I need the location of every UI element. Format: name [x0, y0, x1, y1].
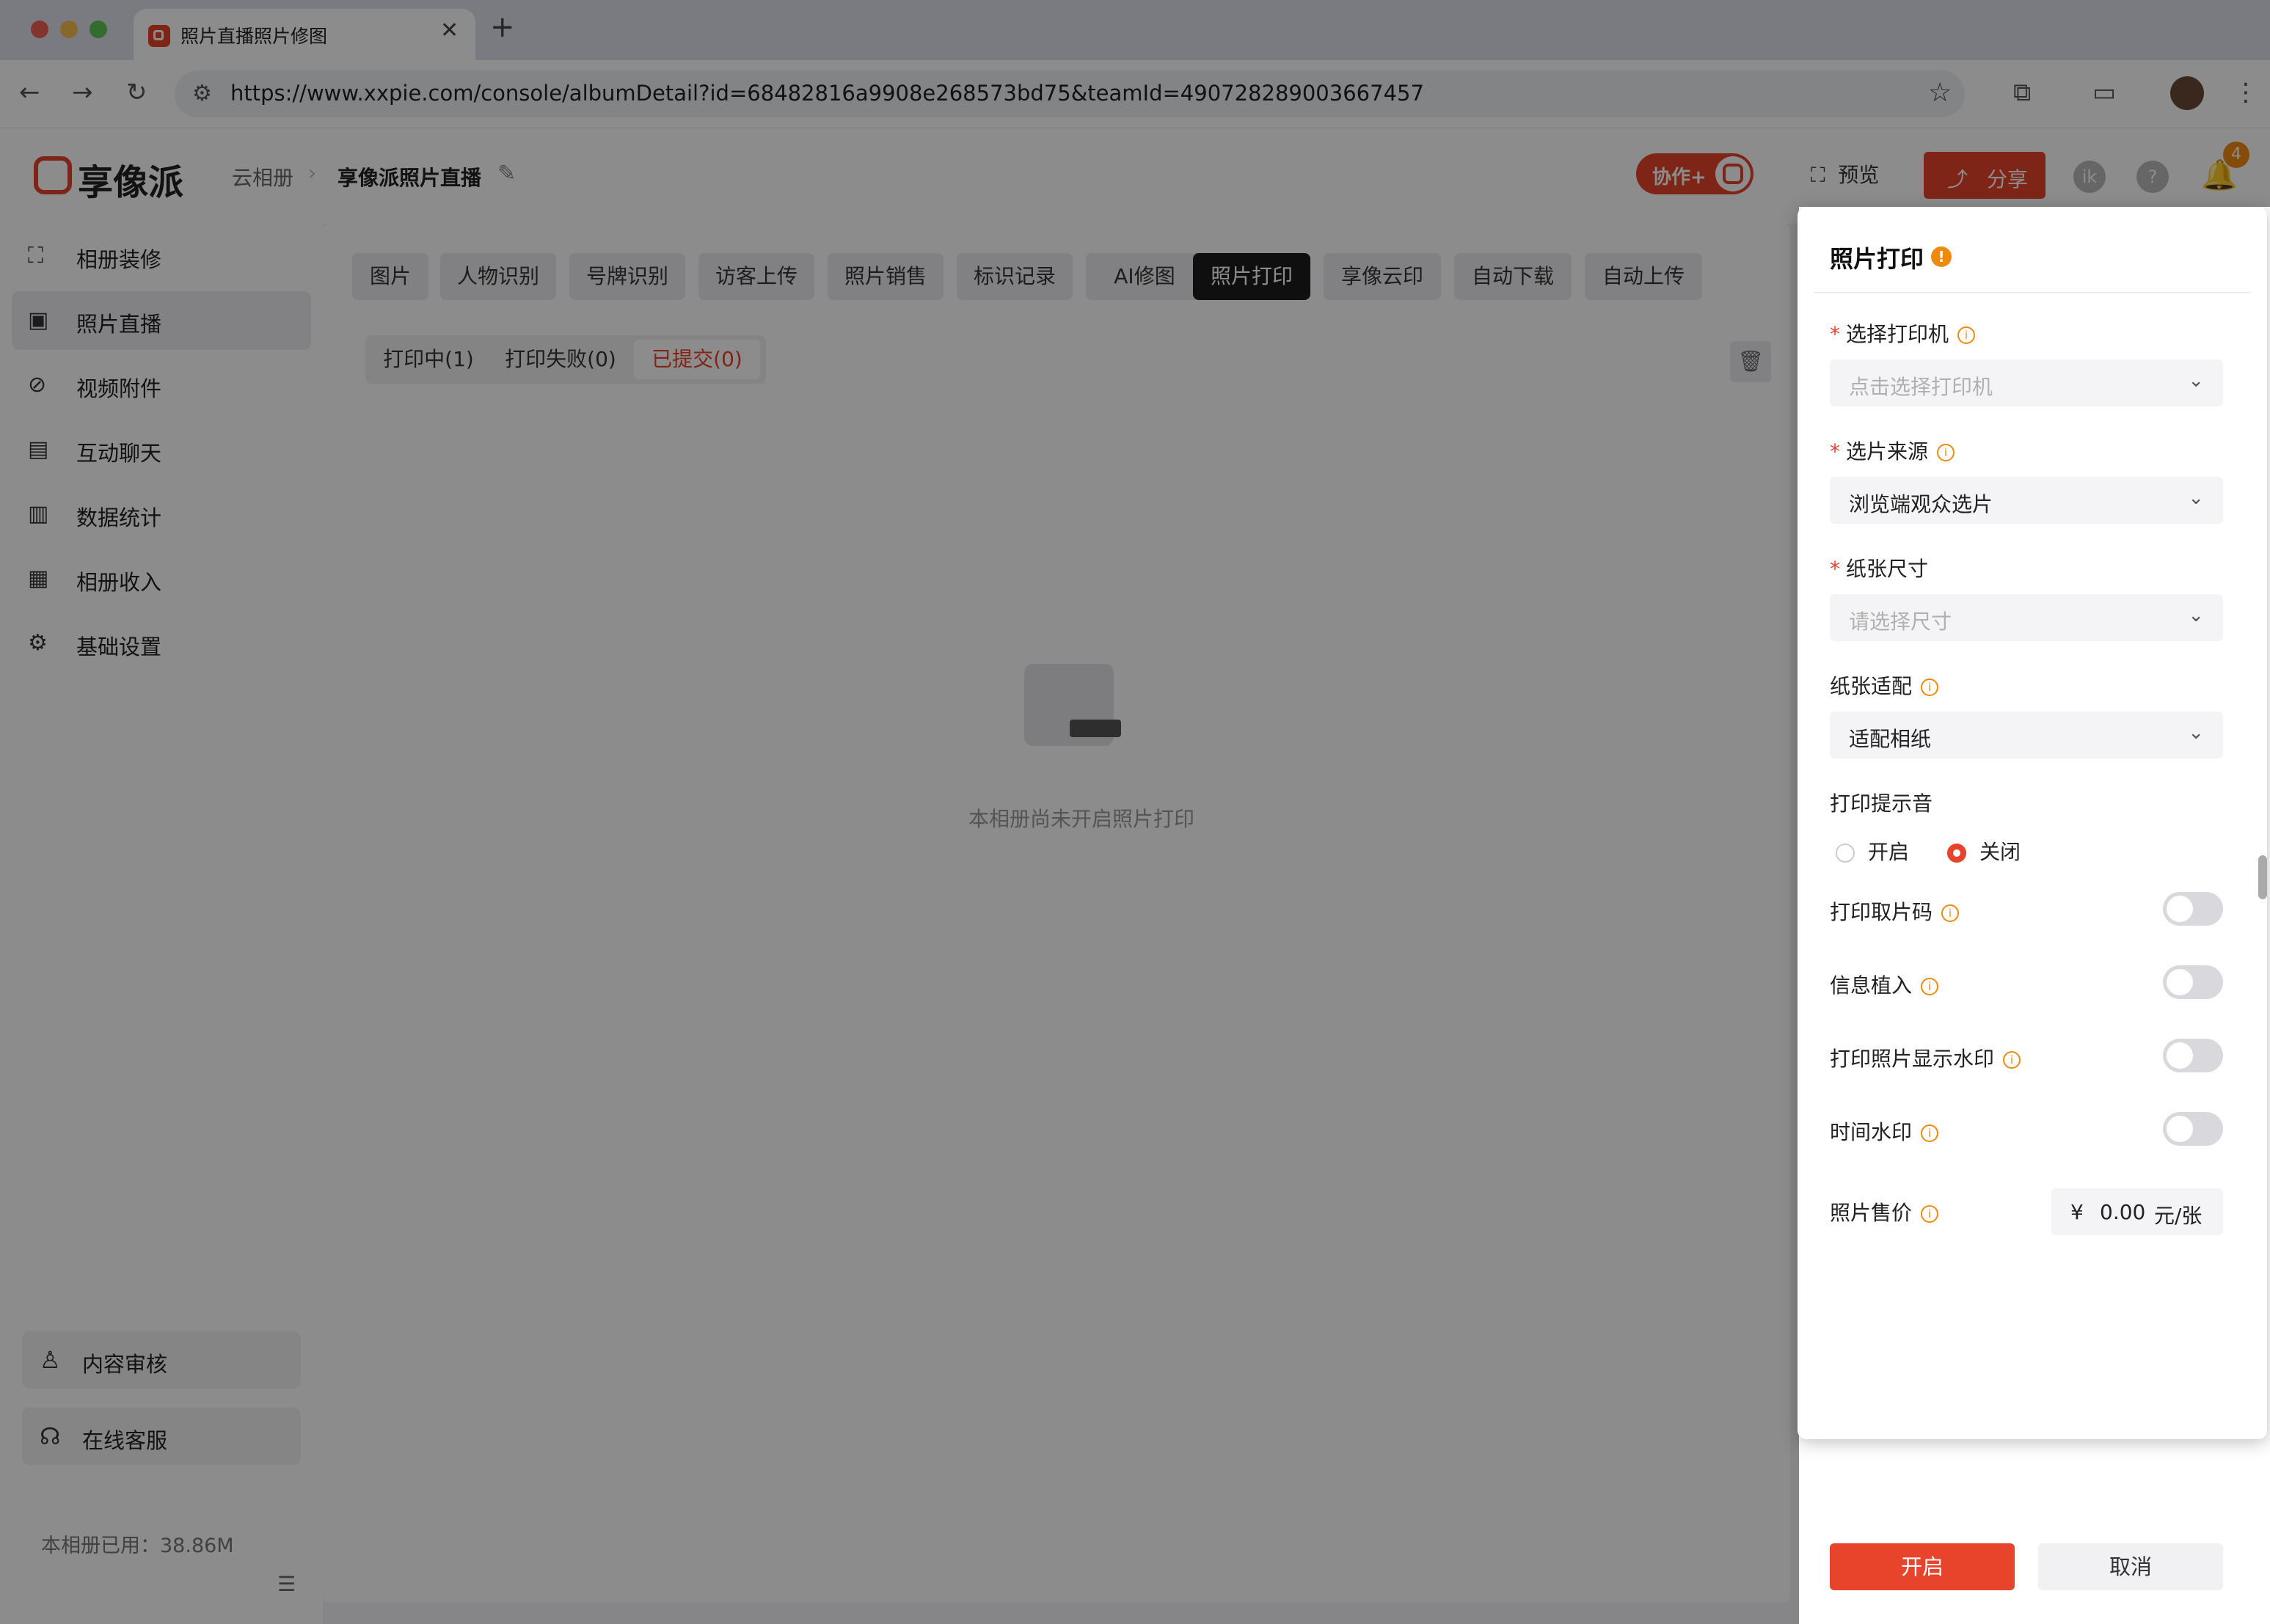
chevron-down-icon: ⌄ — [2188, 604, 2204, 626]
chevron-down-icon: ⌄ — [2188, 370, 2204, 392]
chevron-down-icon: ⌄ — [2188, 722, 2204, 744]
printer-label-text: 选择打印机 — [1846, 322, 1949, 346]
paper-fit-select[interactable]: 适配相纸 ⌄ — [1830, 712, 2223, 758]
paper-size-placeholder: 请选择尺寸 — [1849, 610, 1952, 634]
time-watermark-label-text: 时间水印 — [1830, 1120, 1913, 1144]
price-value[interactable]: 0.00 — [2100, 1200, 2145, 1224]
photo-print-panel: 照片打印 ! * 选择打印机 i 点击选择打印机 ⌄ * 选片来源 i 浏览端观众选片 … — [1798, 207, 2267, 1439]
radio-circle-selected — [1947, 844, 1966, 863]
info-embed-label-text: 信息植入 — [1830, 973, 1913, 998]
info-icon[interactable]: i — [1941, 904, 1960, 922]
required-mark: * — [1830, 557, 1840, 581]
info-icon[interactable]: i — [1921, 1205, 1939, 1223]
paper-size-select[interactable]: 请选择尺寸 ⌄ — [1830, 594, 2223, 641]
paper-size-label: * 纸张尺寸 — [1830, 553, 1928, 582]
divider — [1814, 292, 2251, 293]
sound-on-radio[interactable]: 开启 — [1836, 836, 1909, 866]
printer-select[interactable]: 点击选择打印机 ⌄ — [1830, 359, 2223, 406]
printer-placeholder: 点击选择打印机 — [1849, 375, 1993, 399]
source-value: 浏览端观众选片 — [1849, 492, 1993, 516]
required-mark: * — [1830, 439, 1840, 464]
panel-title: 照片打印 — [1830, 245, 1924, 273]
drawer-scrollbar[interactable] — [2258, 855, 2267, 899]
pickup-code-label-text: 打印取片码 — [1830, 900, 1933, 924]
paper-fit-label: 纸张适配 i — [1830, 670, 1939, 700]
sound-label: 打印提示音 — [1830, 791, 1933, 816]
printer-label: * 选择打印机 i — [1830, 318, 1976, 348]
pickup-code-label: 打印取片码 i — [1830, 896, 1960, 926]
watermark-toggle[interactable] — [2163, 1039, 2223, 1072]
sound-off-radio[interactable]: 关闭 — [1947, 836, 2021, 866]
sound-on-label: 开启 — [1868, 840, 1910, 864]
price-label-text: 照片售价 — [1830, 1201, 1913, 1225]
paper-size-label-text: 纸张尺寸 — [1846, 557, 1929, 581]
warning-icon[interactable]: ! — [1931, 246, 1952, 267]
cancel-button[interactable]: 取消 — [2038, 1543, 2223, 1590]
source-select[interactable]: 浏览端观众选片 ⌄ — [1830, 477, 2223, 524]
price-label: 照片售价 i — [1830, 1197, 1939, 1226]
info-icon[interactable]: i — [1921, 978, 1939, 995]
info-icon[interactable]: i — [1921, 1124, 1939, 1142]
paper-fit-value: 适配相纸 — [1849, 727, 1932, 751]
sound-off-label: 关闭 — [1979, 840, 2021, 864]
currency-symbol: ¥ — [2070, 1200, 2084, 1224]
price-input[interactable]: ¥ 0.00 元/张 — [2051, 1188, 2223, 1235]
info-icon[interactable]: i — [2003, 1051, 2021, 1069]
info-embed-toggle[interactable] — [2163, 965, 2223, 999]
watermark-label: 打印照片显示水印 i — [1830, 1043, 2021, 1072]
source-label: * 选片来源 i — [1830, 436, 1955, 465]
enable-button[interactable]: 开启 — [1830, 1543, 2015, 1590]
pickup-code-toggle[interactable] — [2163, 892, 2223, 926]
time-watermark-label: 时间水印 i — [1830, 1116, 1939, 1146]
required-mark: * — [1830, 322, 1840, 346]
watermark-label-text: 打印照片显示水印 — [1830, 1047, 1995, 1071]
radio-circle — [1836, 844, 1855, 863]
info-embed-label: 信息植入 i — [1830, 970, 1939, 999]
info-icon[interactable]: i — [1957, 326, 1976, 344]
price-unit: 元/张 — [2154, 1204, 2203, 1228]
info-icon[interactable]: i — [1937, 444, 1955, 461]
paper-fit-label-text: 纸张适配 — [1830, 674, 1913, 698]
info-icon[interactable]: i — [1921, 679, 1939, 696]
time-watermark-toggle[interactable] — [2163, 1112, 2223, 1146]
source-label-text: 选片来源 — [1846, 439, 1929, 464]
chevron-down-icon: ⌄ — [2188, 487, 2204, 509]
